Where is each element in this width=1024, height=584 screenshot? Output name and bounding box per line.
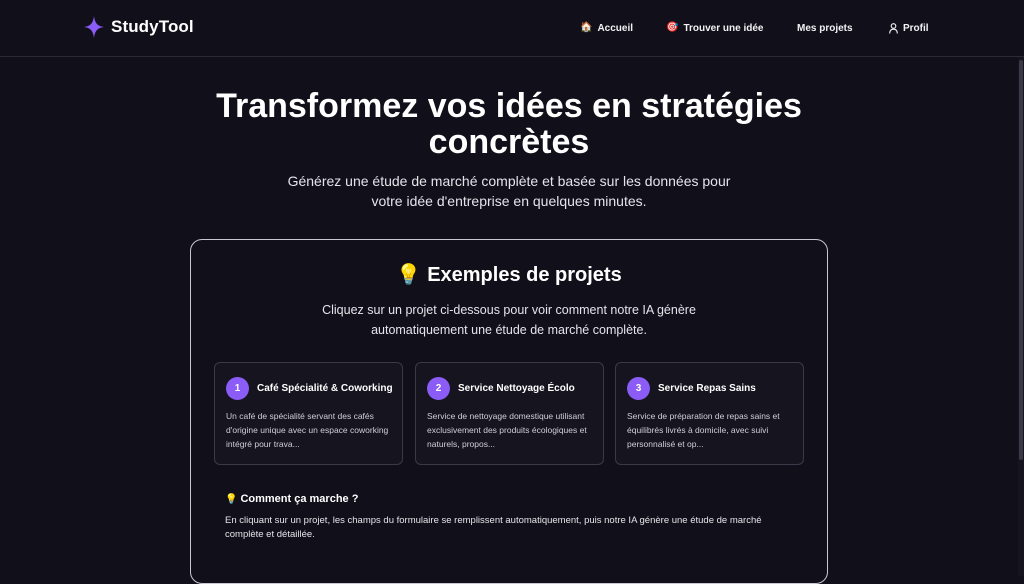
how-it-works-title: 💡 Comment ça marche ?	[225, 493, 358, 505]
example-card-cleaning[interactable]: 2 Service Nettoyage Écolo Service de net…	[415, 362, 604, 465]
card-description: Un café de spécialité servant des cafés …	[226, 411, 389, 449]
examples-title: 💡 Exemples de projets	[191, 262, 827, 287]
user-icon	[889, 22, 898, 34]
scrollbar-thumb[interactable]	[1019, 60, 1023, 460]
example-card-cafe[interactable]: 1 Café Spécialité & Coworking Un café de…	[214, 362, 403, 465]
card-title: Service Nettoyage Écolo	[458, 382, 575, 394]
hero-title: Transformez vos idées en stratégies conc…	[150, 88, 868, 160]
card-number-badge: 1	[226, 377, 249, 400]
hero-subtitle-line1: Générez une étude de marché complète et …	[287, 173, 731, 189]
card-title: Café Spécialité & Coworking	[257, 382, 393, 394]
card-description: Service de nettoyage domestique utilisan…	[427, 411, 587, 449]
example-card-meals[interactable]: 3 Service Repas Sains Service de prépara…	[615, 362, 804, 465]
hero-subtitle: Générez une étude de marché complète et …	[250, 171, 768, 211]
examples-subtitle-line1: Cliquez sur un projet ci-dessous pour vo…	[322, 303, 696, 317]
lightbulb-icon: 💡	[396, 264, 422, 286]
examples-title-text: Exemples de projets	[427, 264, 622, 286]
card-number-badge: 3	[627, 377, 650, 400]
top-navbar: StudyTool 🏠 Accueil 🎯 Trouver une idée M…	[0, 0, 1024, 57]
card-title: Service Repas Sains	[658, 382, 756, 394]
hero-title-line2: concrètes	[428, 123, 590, 161]
examples-subtitle: Cliquez sur un projet ci-dessous pour vo…	[291, 300, 727, 340]
card-number-badge: 2	[427, 377, 450, 400]
nav-profile[interactable]: Profil	[889, 20, 929, 36]
nav-my-projects-label: Mes projets	[797, 22, 853, 34]
nav-profile-label: Profil	[903, 22, 929, 34]
nav-find-idea-label: Trouver une idée	[683, 22, 764, 34]
hero-title-line1: Transformez vos idées en stratégies	[216, 87, 802, 125]
examples-subtitle-line2: automatiquement une étude de marché comp…	[371, 323, 647, 337]
target-emoji-icon: 🎯	[666, 22, 679, 33]
card-description: Service de préparation de repas sains et…	[627, 411, 780, 449]
lightbulb-icon: 💡	[225, 494, 238, 505]
how-it-works-text: En cliquant sur un projet, les champs du…	[225, 515, 762, 540]
how-it-works-title-text: Comment ça marche ?	[240, 493, 359, 505]
nav-my-projects[interactable]: Mes projets	[797, 20, 853, 36]
examples-panel: 💡 Exemples de projets Cliquez sur un proj…	[190, 239, 828, 584]
nav-find-idea[interactable]: 🎯 Trouver une idée	[666, 20, 763, 36]
house-emoji-icon: 🏠	[580, 22, 593, 33]
nav-home-label: Accueil	[597, 22, 634, 34]
brand-logo[interactable]: StudyTool	[84, 16, 194, 38]
nav-home[interactable]: 🏠 Accueil	[580, 20, 633, 36]
sparkle-icon	[84, 16, 104, 38]
brand-name: StudyTool	[111, 17, 194, 36]
hero-subtitle-line2: votre idée d'entreprise en quelques minu…	[371, 193, 647, 209]
